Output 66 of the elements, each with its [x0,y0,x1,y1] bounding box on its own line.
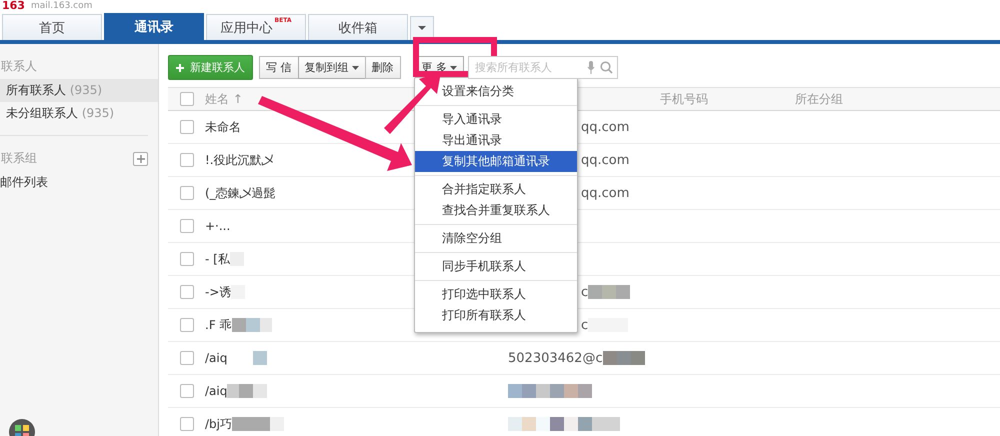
caret-icon [450,66,457,70]
section-title: 联系人 [0,58,37,75]
row-checkbox[interactable] [180,219,194,233]
search-field[interactable]: 搜索所有联系人 [468,56,618,79]
search-icon[interactable] [600,61,613,74]
email-text: c [581,284,588,300]
email-text: c [581,318,588,332]
blurred-text [253,351,268,365]
row-checkbox[interactable] [180,351,194,365]
menu-item[interactable]: 导出通讯录 [415,130,577,151]
plus-icon [176,64,184,72]
contact-name: /aiq [205,384,228,398]
sidebar-item[interactable]: 未分组联系人 (935) [0,102,158,125]
sidebar-item[interactable]: 邮件列表 [0,171,158,194]
row-checkbox[interactable] [180,153,194,167]
tab[interactable]: 首页 [2,14,102,40]
contact-name: (_悫鍊乄過髭 [205,184,276,202]
menu-item[interactable]: 复制其他邮箱通讯录 [415,151,577,172]
contact-name: !.役此沉默乄 [205,152,274,168]
menu-item[interactable]: 打印所有联系人 [415,305,577,326]
blurred-text [227,384,268,398]
column-header: 手机号码 [660,92,708,106]
blurred-text [232,318,272,332]
menu-item[interactable]: 合并指定联系人 [415,179,577,200]
menu-item[interactable]: 导入通讯录 [415,109,577,130]
contact-name: - [私 [205,250,230,268]
row-checkbox[interactable] [180,384,194,398]
menu-item[interactable]: 设置来信分类 [415,81,577,102]
blurred-text [588,285,630,299]
row-checkbox[interactable] [180,285,194,299]
caret-icon [418,26,426,31]
toolbar-button[interactable]: 删除 [364,56,400,79]
contact-name: ->诱 [205,284,232,300]
email-text: qq.com [581,152,630,168]
menu-item[interactable]: 清除空分组 [415,228,577,249]
sidebar-item[interactable]: 所有联系人 (935) [0,79,158,102]
contact-name: 未命名 [205,118,241,136]
row-checkbox[interactable] [180,120,194,134]
section-title: 联系组 [0,150,37,167]
add-group-icon[interactable] [133,152,148,166]
email-text: qq.com [581,186,630,200]
site-address: mail.163.com [30,1,92,12]
contact-name: +·... [205,219,230,233]
email-text: 502303462@c [508,350,603,366]
column-header: 所在分组 [795,92,843,106]
menu-item[interactable]: 查找合并重复联系人 [415,200,577,221]
tab[interactable]: 收件箱 [308,14,408,40]
toolbar-button[interactable]: 复制到组 [298,56,366,79]
select-all-checkbox[interactable] [180,92,194,106]
menu-item[interactable]: 同步手机联系人 [415,256,577,277]
contact-name: .F 乖 [205,316,232,334]
row-checkbox[interactable] [180,252,194,266]
tab[interactable]: 通讯录 [104,13,204,40]
row-checkbox[interactable] [180,318,194,332]
menu-item[interactable]: 打印选中联系人 [415,284,577,305]
toolbar-button[interactable]: 写 信 [259,56,298,79]
logo-text: 163 [2,0,25,12]
email-text: qq.com [581,120,630,134]
contact-name: /bj巧 [205,416,232,432]
contact-name: /aiq [205,351,228,365]
microphone-icon[interactable] [587,61,595,74]
blurred-text [232,417,284,431]
caret-icon [352,66,358,70]
row-checkbox[interactable] [180,417,194,431]
row-checkbox[interactable] [180,186,194,200]
blurred-text [602,351,645,365]
